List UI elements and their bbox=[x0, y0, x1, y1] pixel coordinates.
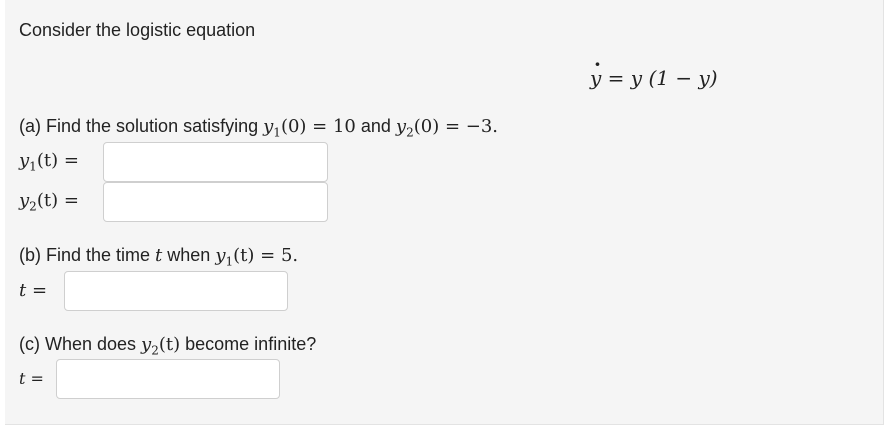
part-c-t-label: t = bbox=[19, 368, 44, 389]
part-c-prefix: (c) When does bbox=[19, 334, 142, 354]
part-c-t-text: t = bbox=[19, 369, 44, 388]
y2-sub: 2 bbox=[29, 199, 37, 214]
part-c-var-rest: (t) bbox=[158, 334, 181, 355]
part-b-t-label: t = bbox=[19, 280, 48, 301]
cond1-var: y bbox=[263, 116, 274, 137]
intro-text: Consider the logistic equation bbox=[19, 20, 256, 40]
cond1-sub: 1 bbox=[273, 125, 281, 140]
cond2-var: y bbox=[395, 116, 407, 137]
part-c-var: y2(t) bbox=[141, 334, 181, 358]
y1-label: y1(t) = bbox=[19, 150, 79, 174]
part-b-prefix: (b) Find the time bbox=[19, 245, 156, 265]
y1-rest: (t) = bbox=[36, 150, 79, 171]
part-a-cond2: y2(0) = −3. bbox=[395, 116, 499, 140]
part-a-cond1: y1(0) = 10 bbox=[263, 116, 356, 140]
part-c-prompt: (c) When does y2(t) become infinite? bbox=[19, 334, 316, 358]
equation-lhs: y bbox=[590, 52, 601, 90]
part-a-prompt: (a) Find the solution satisfying y1(0) =… bbox=[19, 116, 498, 140]
logistic-equation: y = y (1 − y) bbox=[590, 52, 718, 90]
y2-label: y2(t) = bbox=[19, 190, 79, 214]
y1-var: y bbox=[19, 150, 30, 171]
equation-eq: = bbox=[601, 66, 631, 90]
equation-rhs: y (1 − y) bbox=[630, 66, 718, 90]
y1-answer-input[interactable] bbox=[103, 142, 328, 182]
part-b-t-answer-input[interactable] bbox=[64, 271, 288, 311]
part-b-mid: when bbox=[162, 245, 216, 265]
cond2-sub: 2 bbox=[406, 125, 414, 140]
part-b-cond-rest: (t) = 5. bbox=[233, 245, 299, 266]
part-a-mid: and bbox=[355, 116, 396, 136]
cond1-rest: (0) = 10 bbox=[280, 116, 356, 137]
y2-answer-input[interactable] bbox=[103, 182, 328, 222]
part-c-var-sub: 2 bbox=[151, 343, 159, 358]
y1-sub: 1 bbox=[29, 159, 37, 174]
y2-rest: (t) = bbox=[36, 190, 79, 211]
part-b-cond-var: y bbox=[215, 245, 226, 266]
part-b-prompt: (b) Find the time t when y1(t) = 5. bbox=[19, 245, 298, 269]
y2-var: y bbox=[19, 190, 30, 211]
question-panel: Consider the logistic equation y = y (1 … bbox=[5, 0, 884, 425]
part-b-cond: y1(t) = 5. bbox=[215, 245, 299, 269]
part-a-prefix: (a) Find the solution satisfying bbox=[19, 116, 264, 136]
part-c-suffix: become infinite? bbox=[180, 334, 317, 354]
part-b-cond-sub: 1 bbox=[225, 254, 234, 269]
part-c-var-y: y bbox=[141, 334, 152, 355]
part-c-t-answer-input[interactable] bbox=[56, 359, 280, 399]
cond2-rest: (0) = −3. bbox=[413, 116, 499, 137]
